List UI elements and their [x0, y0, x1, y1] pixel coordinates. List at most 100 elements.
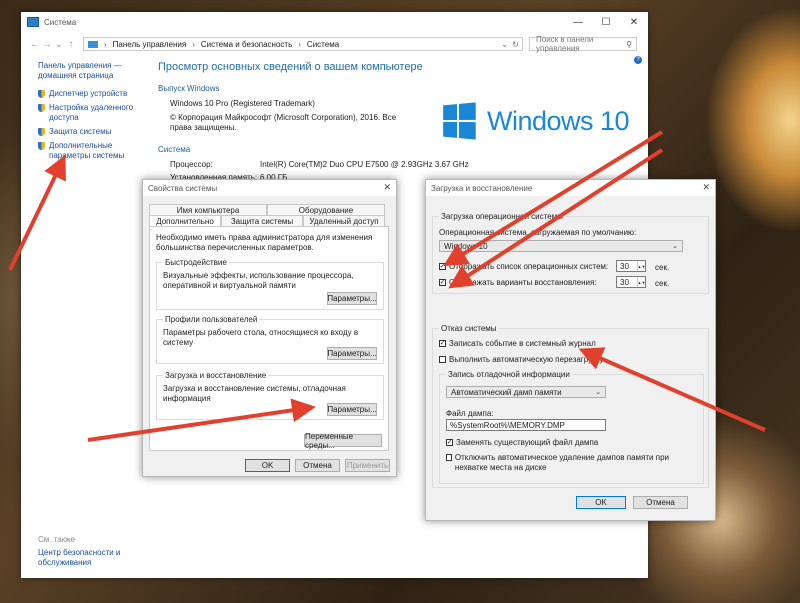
close-icon[interactable]: ✕ — [383, 182, 391, 193]
shield-icon — [38, 104, 45, 112]
show-os-list-checkbox[interactable]: ✓ — [439, 263, 446, 270]
user-profiles-settings-button[interactable]: Параметры... — [327, 347, 377, 360]
breadcrumb-control-panel[interactable]: Панель управления — [113, 40, 187, 49]
back-icon[interactable]: ← — [29, 39, 41, 50]
user-profiles-group: Профили пользователей Параметры рабочего… — [156, 315, 384, 364]
performance-title: Быстродействие — [163, 258, 229, 267]
dump-type-value: Автоматический дамп памяти — [451, 387, 562, 397]
breadcrumb-system[interactable]: Система — [307, 40, 339, 49]
window-controls: — ☐ ✕ — [564, 14, 648, 30]
sidebar-home-link[interactable]: Панель управления — домашняя страница — [38, 61, 148, 81]
chevron-right-icon: › — [192, 39, 195, 49]
startup-recovery-settings-button[interactable]: Параметры... — [327, 403, 377, 416]
sidebar-item-remote-access[interactable]: Настройка удаленного доступа — [38, 103, 148, 123]
close-icon[interactable]: ✕ — [620, 14, 648, 30]
tab-remote-access[interactable]: Удаленный доступ — [303, 215, 385, 226]
chevron-down-icon: ⌄ — [595, 389, 601, 396]
up-icon[interactable]: ↑ — [65, 39, 77, 50]
startup-recovery-group: Загрузка и восстановление Загрузка и вос… — [156, 371, 384, 420]
debug-info-group: Запись отладочной информации Автоматичес… — [439, 370, 704, 484]
performance-settings-button[interactable]: Параметры... — [327, 292, 377, 305]
show-os-list-seconds-value: 30 — [620, 261, 629, 271]
tab-hardware[interactable]: Оборудование — [267, 204, 385, 215]
sidebar-item-label: Дополнительные параметры системы — [49, 141, 125, 160]
window-titlebar: Система — [21, 12, 648, 32]
dump-type-select[interactable]: Автоматический дамп памяти ⌄ — [446, 386, 606, 398]
security-center-link[interactable]: Центр безопасности и обслуживания — [38, 548, 138, 568]
disable-auto-delete-row: Отключить автоматическое удаление дампов… — [446, 453, 696, 473]
see-also-label: См. также — [38, 535, 76, 544]
system-section-title: Система — [158, 145, 191, 154]
close-icon[interactable]: ✕ — [702, 182, 710, 193]
search-icon: ⚲ — [626, 39, 632, 49]
sec-label: сек. — [655, 263, 670, 272]
search-input[interactable]: Поиск в панели управления ⚲ — [529, 35, 637, 53]
overwrite-checkbox[interactable]: ✓ — [446, 439, 453, 446]
show-recovery-row: ✓ Отображать варианты восстановления: — [439, 278, 597, 287]
spin-arrows-icon[interactable]: ▲▼ — [637, 261, 645, 271]
sidebar-item-advanced-settings[interactable]: Дополнительные параметры системы — [38, 141, 148, 161]
startup-recovery-title: Загрузка и восстановление — [163, 371, 269, 380]
performance-desc: Визуальные эффекты, использование процес… — [163, 271, 354, 290]
breadcrumb-system-security[interactable]: Система и безопасность — [201, 40, 292, 49]
dump-file-input[interactable]: %SystemRoot%\MEMORY.DMP — [446, 419, 606, 431]
recent-dropdown-icon[interactable]: ⌄ — [53, 39, 65, 50]
environment-variables-button[interactable]: Переменные среды... — [304, 432, 382, 450]
sidebar-item-system-protection[interactable]: Защита системы — [38, 127, 148, 137]
tab-system-protection[interactable]: Защита системы — [221, 215, 303, 226]
disable-auto-delete-label: Отключить автоматическое удаление дампов… — [454, 453, 669, 472]
cpu-value: Intel(R) Core(TM)2 Duo CPU E7500 @ 2.93G… — [260, 160, 469, 169]
disable-auto-delete-checkbox[interactable] — [446, 454, 452, 461]
sidebar-item-device-manager[interactable]: Диспетчер устройств — [38, 89, 148, 99]
minimize-icon[interactable]: — — [564, 14, 592, 30]
cancel-button[interactable]: Отмена — [633, 496, 688, 509]
sidebar: Панель управления — домашняя страница Ди… — [38, 61, 148, 165]
maximize-icon[interactable]: ☐ — [592, 14, 620, 30]
admin-note: Необходимо иметь права администратора дл… — [156, 233, 373, 252]
spin-arrows-icon[interactable]: ▲▼ — [637, 277, 645, 287]
tab-advanced[interactable]: Дополнительно — [149, 215, 221, 226]
refresh-icon[interactable]: ↻ — [512, 40, 519, 49]
write-event-checkbox[interactable]: ✓ — [439, 340, 446, 347]
tabs-row-2: Дополнительно Защита системы Удаленный д… — [149, 215, 385, 226]
default-os-value: Windows 10 — [444, 241, 488, 251]
forward-icon[interactable]: → — [41, 39, 53, 50]
cancel-button[interactable]: Отмена — [295, 459, 340, 472]
auto-restart-checkbox[interactable] — [439, 356, 446, 363]
show-os-list-row: ✓ Отображать список операционных систем: — [439, 262, 608, 271]
auto-restart-label: Выполнить автоматическую перезагрузку — [449, 355, 604, 364]
system-failure-title: Отказ системы — [439, 324, 499, 333]
address-bar-row: ← → ⌄ ↑ › Панель управления › Система и … — [21, 35, 648, 53]
dialog-title: Загрузка и восстановление — [426, 180, 715, 196]
dialog-title: Свойства системы — [143, 180, 396, 196]
tabs-row-1: Имя компьютера Оборудование — [149, 204, 385, 215]
ok-button[interactable]: OK — [576, 496, 626, 509]
apply-button[interactable]: Применить — [345, 459, 390, 472]
copyright-text: © Корпорация Майкрософт (Microsoft Corpo… — [170, 113, 397, 132]
show-recovery-checkbox[interactable]: ✓ — [439, 279, 446, 286]
user-profiles-desc: Параметры рабочего стола, относящиеся ко… — [163, 328, 359, 347]
dump-file-value: %SystemRoot%\MEMORY.DMP — [450, 420, 565, 430]
auto-restart-row: Выполнить автоматическую перезагрузку — [439, 355, 603, 364]
chevron-down-icon[interactable]: ⌄ — [501, 40, 508, 49]
default-os-select[interactable]: Windows 10 ⌄ — [439, 240, 683, 252]
show-os-list-seconds[interactable]: 30 ▲▼ — [616, 260, 646, 272]
ok-button[interactable]: OK — [245, 459, 290, 472]
chevron-down-icon: ⌄ — [672, 243, 678, 250]
boot-os-group: Загрузка операционной системы Операционн… — [432, 212, 709, 294]
windows-10-logo: Windows 10 — [441, 102, 630, 140]
performance-group: Быстродействие Визуальные эффекты, испол… — [156, 258, 384, 310]
dump-file-label: Файл дампа: — [446, 409, 494, 418]
show-recovery-label: Отображать варианты восстановления: — [449, 278, 597, 287]
tab-computer-name[interactable]: Имя компьютера — [149, 204, 267, 215]
page-title: Просмотр основных сведений о вашем компь… — [158, 61, 423, 73]
debug-info-title: Запись отладочной информации — [446, 370, 572, 379]
user-profiles-title: Профили пользователей — [163, 315, 260, 324]
cpu-row: Процессор: Intel(R) Core(TM)2 Duo CPU E7… — [170, 160, 638, 170]
chevron-right-icon: › — [104, 39, 107, 49]
startup-recovery-desc: Загрузка и восстановление системы, отлад… — [163, 384, 346, 403]
write-event-label: Записать событие в системный журнал — [449, 339, 596, 348]
show-recovery-seconds[interactable]: 30 ▲▼ — [616, 276, 646, 288]
windows-logo-text: Windows 10 — [487, 105, 630, 136]
address-bar[interactable]: › Панель управления › Система и безопасн… — [83, 37, 523, 51]
